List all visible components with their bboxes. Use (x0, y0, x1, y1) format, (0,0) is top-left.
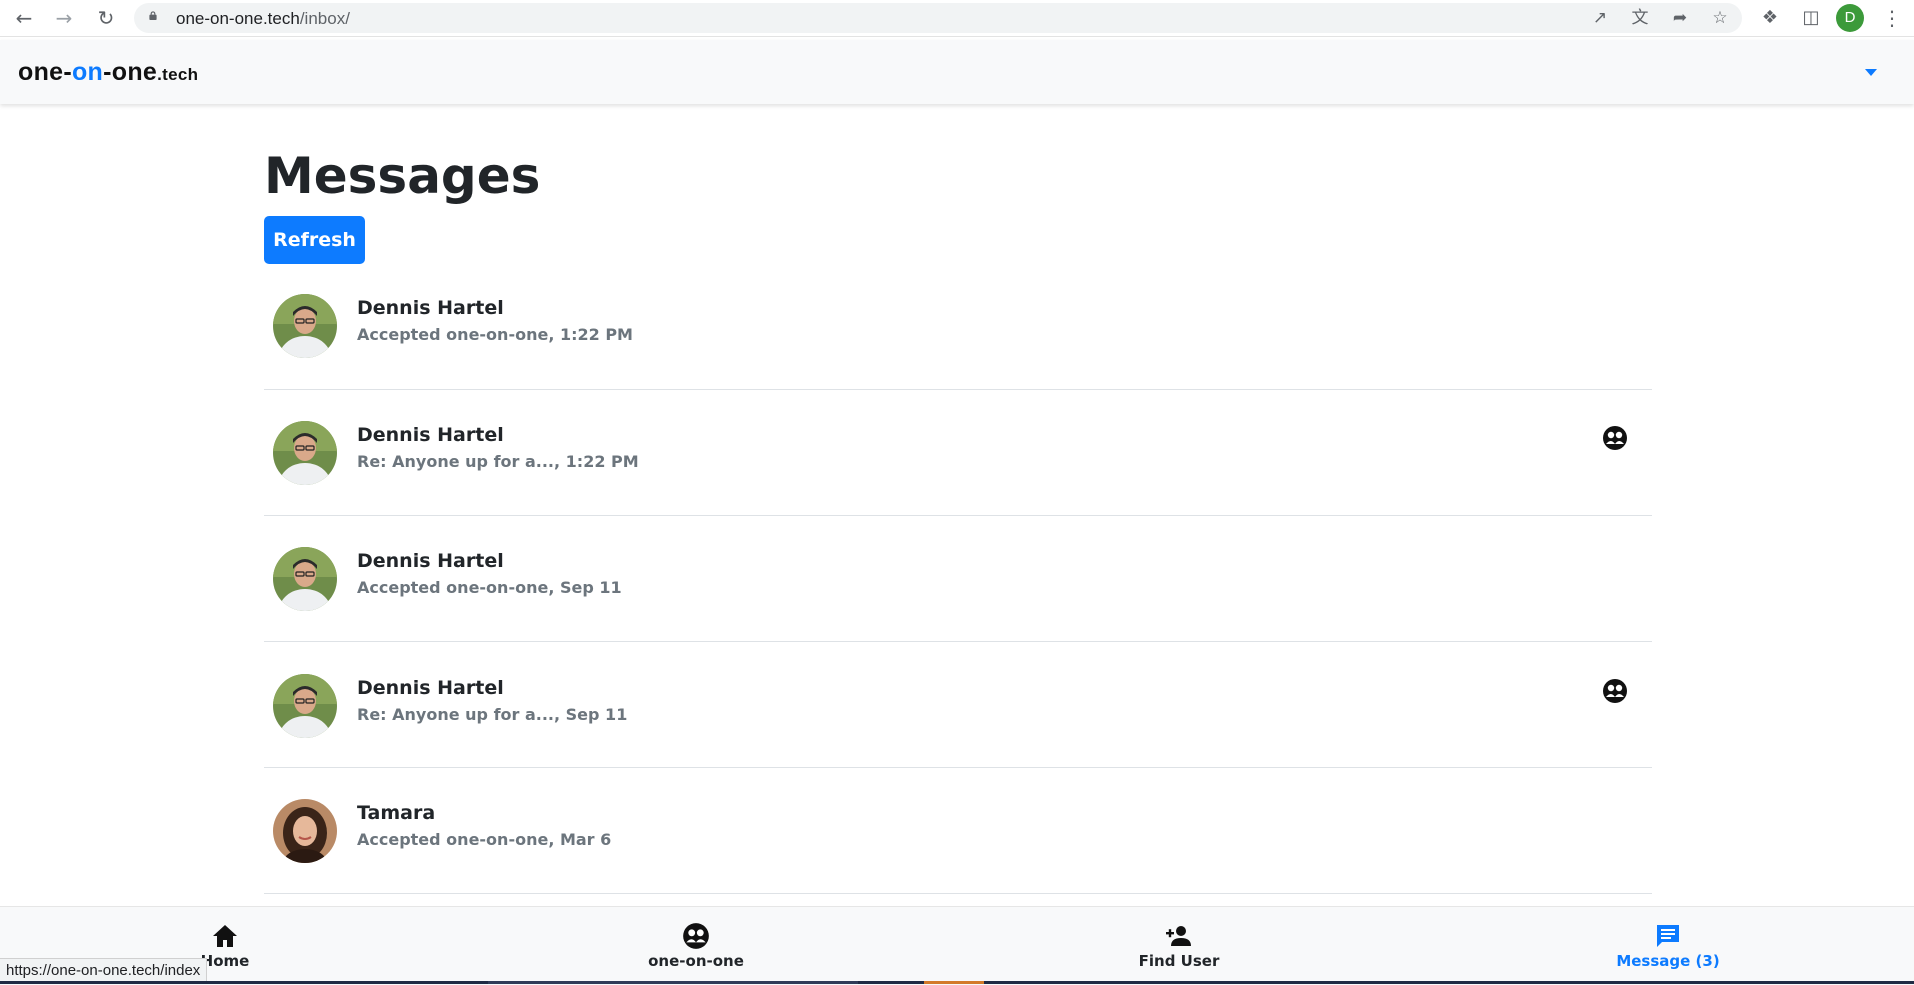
nav-message[interactable]: Message (3) (1588, 921, 1748, 970)
message-list: Dennis Hartel Accepted one-on-one, 1:22 … (264, 265, 1652, 894)
one-on-one-icon (1603, 426, 1627, 450)
app-navbar: one-on-one.tech (0, 40, 1914, 104)
message-preview: Accepted one-on-one, Mar 6 (357, 830, 612, 849)
reload-icon[interactable]: ↻ (94, 6, 118, 30)
avatar (273, 421, 337, 485)
profile-avatar[interactable]: D (1836, 4, 1864, 32)
avatar (273, 674, 337, 738)
avatar (273, 799, 337, 863)
home-icon (213, 925, 237, 947)
bottom-nav: Home one-on-one Find User Message (3) (0, 906, 1914, 985)
lock-icon[interactable] (148, 11, 158, 20)
message-preview: Accepted one-on-one, Sep 11 (357, 578, 622, 597)
page-title: Messages (264, 147, 541, 205)
message-preview: Re: Anyone up for a..., Sep 11 (357, 705, 628, 724)
message-item[interactable]: Tamara Accepted one-on-one, Mar 6 (264, 768, 1652, 894)
nav-one-on-one-label: one-on-one (648, 952, 744, 970)
one-on-one-icon (683, 923, 709, 949)
message-icon (1657, 925, 1679, 947)
forward-icon[interactable]: → (52, 6, 76, 30)
nav-message-label: Message (3) (1616, 952, 1720, 970)
menu-kebab-icon[interactable]: ⋮ (1882, 6, 1902, 30)
message-item[interactable]: Dennis Hartel Accepted one-on-one, 1:22 … (264, 265, 1652, 390)
add-user-icon (1166, 926, 1191, 946)
nav-find-user[interactable]: Find User (1099, 921, 1259, 970)
bookmark-star-icon[interactable]: ☆ (1710, 8, 1730, 28)
message-sender-name: Dennis Hartel (357, 677, 504, 699)
message-preview: Re: Anyone up for a..., 1:22 PM (357, 452, 639, 471)
message-item[interactable]: Dennis Hartel Accepted one-on-one, Sep 1… (264, 516, 1652, 642)
one-on-one-icon (1603, 679, 1627, 703)
avatar (273, 294, 337, 358)
address-bar[interactable]: one-on-one.tech/inbox/ ↗ 文 ➦ ☆ (134, 3, 1742, 33)
side-panel-icon[interactable]: ◫ (1800, 7, 1822, 29)
message-sender-name: Dennis Hartel (357, 297, 504, 319)
message-item[interactable]: Dennis Hartel Re: Anyone up for a..., Se… (264, 642, 1652, 768)
extensions-icon[interactable]: ❖ (1759, 7, 1781, 29)
message-item[interactable]: Dennis Hartel Re: Anyone up for a..., 1:… (264, 390, 1652, 516)
user-dropdown-caret-icon[interactable] (1865, 69, 1877, 76)
refresh-button[interactable]: Refresh (264, 216, 365, 264)
browser-toolbar: ← → ↻ one-on-one.tech/inbox/ ↗ 文 ➦ ☆ ❖ ◫… (0, 0, 1914, 37)
nav-one-on-one[interactable]: one-on-one (616, 921, 776, 970)
message-sender-name: Tamara (357, 802, 436, 824)
url-text[interactable]: one-on-one.tech/inbox/ (176, 9, 350, 29)
nav-find-user-label: Find User (1138, 952, 1220, 970)
message-sender-name: Dennis Hartel (357, 550, 504, 572)
open-in-app-icon[interactable]: ↗ (1590, 8, 1610, 28)
message-sender-name: Dennis Hartel (357, 424, 504, 446)
avatar (273, 547, 337, 611)
brand-logo[interactable]: one-on-one.tech (18, 58, 198, 87)
back-icon[interactable]: ← (12, 6, 36, 30)
share-icon[interactable]: ➦ (1670, 8, 1690, 28)
translate-icon[interactable]: 文 (1630, 8, 1650, 28)
message-preview: Accepted one-on-one, 1:22 PM (357, 325, 633, 344)
status-bar-url: https://one-on-one.tech/index (0, 958, 208, 983)
